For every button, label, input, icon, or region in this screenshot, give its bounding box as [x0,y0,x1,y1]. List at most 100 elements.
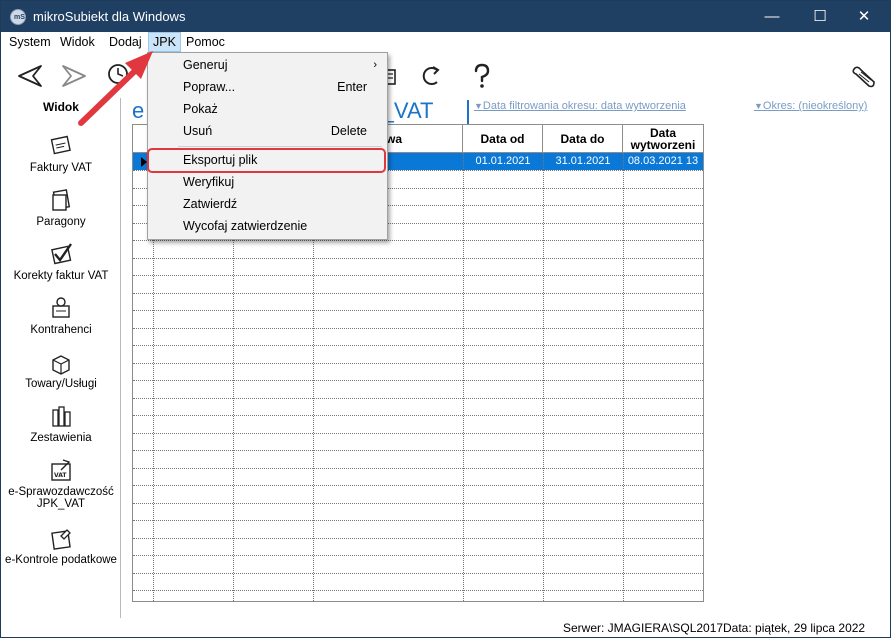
menu-item-label: Popraw... [183,80,236,94]
table-row-line [133,555,703,556]
table-row-line [133,450,703,451]
table-row-line [133,345,703,346]
maximize-button[interactable]: ☐ [797,1,843,32]
menu-item-generuj[interactable]: Generuj › [150,54,385,76]
menu-item-label: Pokaż [183,102,218,116]
triangle-down-icon: ▼ [754,101,763,111]
help-icon[interactable] [465,60,499,92]
table-row-line [133,432,703,434]
table-row-line [133,590,703,591]
menu-item-usun[interactable]: Usuń Delete [150,120,385,142]
sidebar: Widok Faktury VAT Paragony Korekty faktu… [1,98,121,618]
table-row-line [133,520,703,521]
sidebar-item-korekty[interactable]: Korekty faktur VAT [1,240,121,282]
sidebar-item-e-kontrole[interactable]: e-Kontrole podatkowe [1,524,121,566]
title-bar: mS mikroSubiekt dla Windows — ☐ ✕ [1,1,890,32]
table-row-line [133,572,703,574]
sidebar-item-kontrahenci[interactable]: Kontrahenci [1,294,121,336]
menu-item-pokaz[interactable]: Pokaż [150,98,385,120]
menu-item-label: Weryfikuj [183,175,235,189]
table-column-line [463,153,464,601]
table-column-line [623,153,624,601]
menu-widok[interactable]: Widok [56,32,99,52]
header-data-od[interactable]: Data od [463,125,543,153]
triangle-down-icon: ▼ [474,101,483,111]
cell-data-wytworzenia: 08.03.2021 13 [627,155,699,167]
menu-dodaj[interactable]: Dodaj [105,32,146,52]
menu-pomoc[interactable]: Pomoc [182,32,229,52]
cell-data-do: 31.01.2021 [555,155,611,167]
table-row-line [133,397,703,399]
sidebar-item-label: Zestawienia [30,432,92,444]
sidebar-item-label: Korekty faktur VAT [13,270,109,282]
title-separator [467,100,469,124]
sidebar-item-label: e-Kontrole podatkowe [5,554,117,566]
jpk-vat-icon: VAT [51,459,71,481]
refresh-icon[interactable] [415,60,449,92]
sidebar-item-label: Kontrahenci [30,324,92,336]
menu-item-label: Generuj [183,58,228,72]
menu-system[interactable]: System [5,32,55,52]
table-row-line [133,415,703,416]
filter-date-text: Data filtrowania okresu: data wytworzeni… [482,100,686,112]
sidebar-item-label: Faktury VAT [29,162,93,174]
menu-bar: System Widok Dodaj JPK Pomoc [1,32,890,52]
forward-icon[interactable] [57,60,91,92]
menu-jpk[interactable]: JPK [148,32,181,52]
sidebar-item-label: Paragony [36,216,86,228]
menu-separator [178,146,382,147]
table-row-line [133,240,703,241]
header-data-wytworzenia[interactable]: Data wytworzeni [623,125,703,153]
menu-item-wycofaj-zatwierdzenie[interactable]: Wycofaj zatwierdzenie [150,215,385,237]
chevron-right-icon: › [373,59,377,71]
toolbar [1,52,890,98]
sidebar-item-zestawienia[interactable]: Zestawienia [1,402,121,444]
table-row-line [133,327,703,329]
invoice-correction-icon [51,243,72,265]
receipt-icon [52,189,71,211]
menu-item-weryfikuj[interactable]: Weryfikuj [150,171,385,193]
back-icon[interactable] [13,60,47,92]
filter-date-link[interactable]: ▼Data filtrowania okresu: data wytworzen… [474,100,686,112]
goods-icon [52,355,70,375]
menu-item-popraw[interactable]: Popraw... Enter [150,76,385,98]
sidebar-item-paragony[interactable]: Paragony [1,186,121,228]
sidebar-item-label: Towary/Usługi [25,378,97,390]
sidebar-title: Widok [43,100,79,114]
menu-item-label: Wycofaj zatwierdzenie [183,219,308,233]
invoice-icon [50,135,71,155]
app-logo-icon: mS [10,9,26,25]
status-bar: Serwer: JMAGIERA\SQL2017 Data: piątek, 2… [1,618,890,638]
header-data-do[interactable]: Data do [543,125,623,153]
jpk-dropdown-menu: Generuj › Popraw... Enter Pokaż Usuń Del… [147,52,388,240]
sidebar-item-towary[interactable]: Towary/Usługi [1,348,121,390]
table-row-line [133,310,703,311]
table-row-line [133,292,703,294]
table-row-line [133,485,703,486]
contractors-icon [52,297,70,318]
menu-item-label: Zatwierdź [183,197,238,211]
table-row-line [133,362,703,364]
table-row-line [133,257,703,259]
sidebar-item-jpk-vat[interactable]: VAT e-Sprawozdawczość JPK_VAT [1,456,121,510]
filter-period-link[interactable]: ▼Okres: (nieokreślony) [754,100,867,112]
table-column-line [543,153,544,601]
page-title-start: e [132,98,145,123]
menu-item-shortcut: Enter [337,80,367,94]
clock-icon[interactable] [104,60,138,92]
reports-icon [52,406,71,427]
scroll-icon[interactable] [847,60,881,92]
minimize-button[interactable]: — [749,1,795,32]
table-row-line [133,467,703,469]
close-button[interactable]: ✕ [841,1,887,32]
menu-item-shortcut: Delete [330,124,367,138]
sidebar-item-label: e-Sprawozdawczość JPK_VAT [8,486,114,510]
tax-control-icon [51,529,71,550]
annotation-highlight [147,148,386,173]
sidebar-item-faktury-vat[interactable]: Faktury VAT [1,132,121,174]
table-row-line [133,502,703,504]
table-row-line [133,275,703,276]
filter-period-text: Okres: (nieokreślony) [762,100,868,112]
menu-item-zatwierdz[interactable]: Zatwierdź [150,193,385,215]
menu-item-label: Usuń [183,124,213,138]
